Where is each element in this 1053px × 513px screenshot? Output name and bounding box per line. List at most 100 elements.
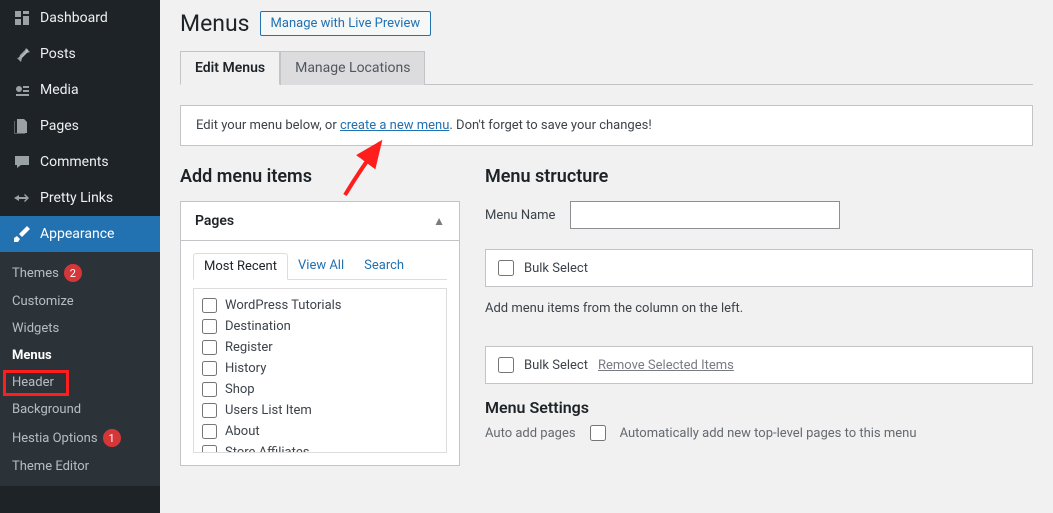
page-label: Store Affiliates (225, 445, 310, 453)
submenu-label: Menus (12, 348, 52, 363)
brush-icon (12, 224, 32, 244)
dashboard-icon (12, 8, 32, 28)
appearance-submenu: Themes 2 Customize Widgets Menus Header … (0, 252, 160, 486)
page-label: History (225, 361, 266, 376)
submenu-label: Theme Editor (12, 459, 89, 474)
submenu-header[interactable]: Header (0, 369, 160, 396)
add-menu-items-column: Add menu items Pages ▲ Most Recent View … (180, 166, 460, 466)
remove-selected-link[interactable]: Remove Selected Items (598, 358, 734, 373)
auto-add-option-text: Automatically add new top-level pages to… (620, 426, 917, 441)
pages-filter-tabs: Most Recent View All Search (193, 253, 447, 280)
page-item[interactable]: Users List Item (198, 400, 442, 421)
page-item[interactable]: Shop (198, 379, 442, 400)
page-label: About (225, 424, 260, 439)
page-label: Shop (225, 382, 255, 397)
sidebar-item-appearance[interactable]: Appearance (0, 216, 160, 252)
sidebar-item-posts[interactable]: Posts (0, 36, 160, 72)
nav-tabs: Edit Menus Manage Locations (180, 51, 1033, 85)
page-item[interactable]: History (198, 358, 442, 379)
menu-name-input[interactable] (570, 201, 840, 229)
submenu-label: Hestia Options (12, 431, 98, 446)
sidebar-item-label: Pages (40, 118, 79, 134)
submenu-theme-editor[interactable]: Theme Editor (0, 453, 160, 480)
live-preview-button[interactable]: Manage with Live Preview (260, 11, 432, 36)
submenu-hestia-options[interactable]: Hestia Options 1 (0, 423, 160, 453)
sidebar-item-media[interactable]: Media (0, 72, 160, 108)
page-checkbox[interactable] (202, 319, 217, 334)
main-content: Menus Manage with Live Preview Edit Menu… (160, 0, 1053, 513)
sidebar-item-label: Appearance (40, 226, 114, 242)
submenu-label: Header (12, 375, 54, 390)
menu-name-label: Menu Name (485, 208, 570, 223)
bulk-select-label: Bulk Select (524, 358, 588, 373)
media-icon (12, 80, 32, 100)
page-item[interactable]: WordPress Tutorials (198, 295, 442, 316)
comments-icon (12, 152, 32, 172)
sidebar-item-label: Dashboard (40, 10, 108, 26)
sidebar-item-dashboard[interactable]: Dashboard (0, 0, 160, 36)
create-new-menu-link[interactable]: create a new menu (340, 118, 449, 133)
page-checkbox[interactable] (202, 361, 217, 376)
menu-settings-row: Auto add pages Automatically add new top… (485, 425, 1033, 441)
page-item[interactable]: About (198, 421, 442, 442)
submenu-themes[interactable]: Themes 2 (0, 258, 160, 288)
notice-text-pre: Edit your menu below, or (196, 118, 340, 133)
submenu-widgets[interactable]: Widgets (0, 315, 160, 342)
tab-manage-locations[interactable]: Manage Locations (280, 51, 425, 85)
page-item[interactable]: Destination (198, 316, 442, 337)
menu-settings-heading: Menu Settings (485, 398, 1033, 417)
page-checkbox[interactable] (202, 424, 217, 439)
menu-structure-heading: Menu structure (485, 166, 1033, 187)
submenu-customize[interactable]: Customize (0, 288, 160, 315)
pin-icon (12, 44, 32, 64)
page-label: Register (225, 340, 273, 355)
auto-add-pages-label: Auto add pages (485, 426, 576, 441)
page-checklist[interactable]: WordPress Tutorials Destination Register… (193, 288, 447, 453)
empty-menu-info: Add menu items from the column on the le… (485, 301, 1033, 316)
page-checkbox[interactable] (202, 382, 217, 397)
page-title: Menus (180, 10, 250, 37)
page-label: WordPress Tutorials (225, 298, 342, 313)
submenu-background[interactable]: Background (0, 396, 160, 423)
page-label: Users List Item (225, 403, 312, 418)
filter-tab-most-recent[interactable]: Most Recent (193, 253, 288, 280)
bulk-select-bottom: Bulk Select Remove Selected Items (485, 346, 1033, 384)
submenu-label: Customize (12, 294, 74, 309)
update-badge: 2 (64, 264, 82, 282)
sidebar-item-comments[interactable]: Comments (0, 144, 160, 180)
admin-sidebar: Dashboard Posts Media Pages Comments Pre… (0, 0, 160, 513)
bulk-select-top: Bulk Select (485, 249, 1033, 287)
page-item[interactable]: Register (198, 337, 442, 358)
prettylinks-icon (12, 188, 32, 208)
update-badge: 1 (103, 429, 121, 447)
sidebar-item-label: Comments (40, 154, 109, 170)
page-checkbox[interactable] (202, 445, 217, 453)
sidebar-item-label: Media (40, 82, 79, 98)
filter-tab-view-all[interactable]: View All (288, 253, 354, 279)
submenu-label: Widgets (12, 321, 59, 336)
page-item[interactable]: Store Affiliates (198, 442, 442, 453)
add-items-heading: Add menu items (180, 166, 460, 187)
filter-tab-search[interactable]: Search (354, 253, 414, 279)
accordion-title: Pages (195, 213, 234, 229)
sidebar-item-label: Pretty Links (40, 190, 113, 206)
accordion-header-pages[interactable]: Pages ▲ (181, 202, 459, 241)
notice-text-post: . Don't forget to save your changes! (449, 118, 651, 133)
pages-accordion: Pages ▲ Most Recent View All Search Word… (180, 201, 460, 466)
page-checkbox[interactable] (202, 403, 217, 418)
tab-edit-menus[interactable]: Edit Menus (180, 51, 280, 85)
bulk-select-label: Bulk Select (524, 261, 588, 276)
triangle-up-icon: ▲ (433, 214, 445, 228)
auto-add-checkbox[interactable] (590, 425, 606, 441)
bulk-select-checkbox[interactable] (498, 357, 514, 373)
page-checkbox[interactable] (202, 340, 217, 355)
notice-bar: Edit your menu below, or create a new me… (180, 105, 1033, 146)
pages-icon (12, 116, 32, 136)
bulk-select-checkbox[interactable] (498, 260, 514, 276)
menu-structure-column: Menu structure Menu Name Bulk Select Add… (485, 166, 1033, 466)
page-label: Destination (225, 319, 291, 334)
page-checkbox[interactable] (202, 298, 217, 313)
sidebar-item-pretty-links[interactable]: Pretty Links (0, 180, 160, 216)
submenu-menus[interactable]: Menus (0, 342, 160, 369)
sidebar-item-pages[interactable]: Pages (0, 108, 160, 144)
